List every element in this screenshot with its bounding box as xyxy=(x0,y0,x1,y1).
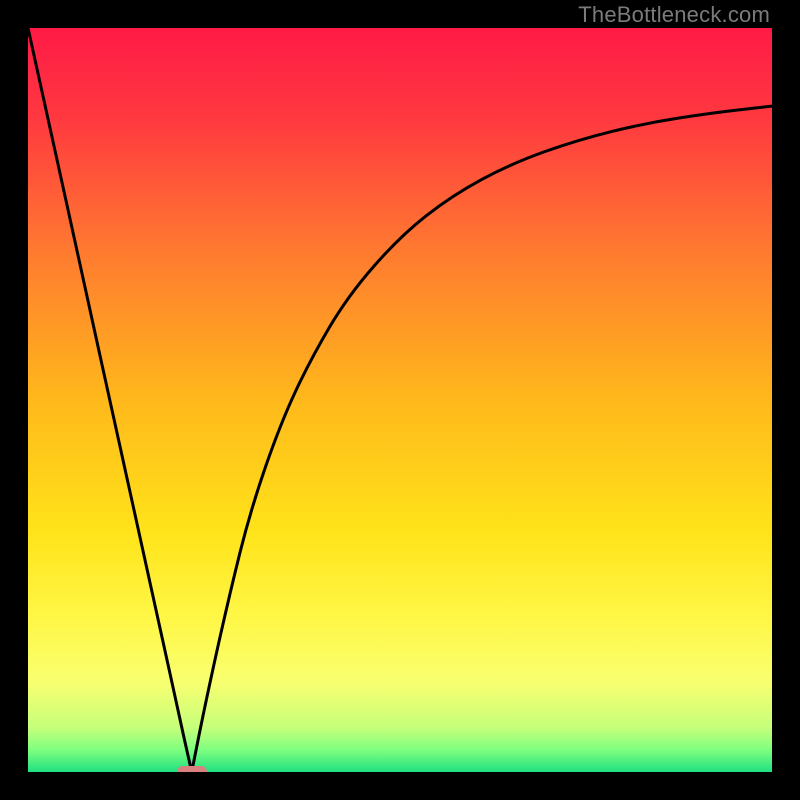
chart-container: TheBottleneck.com xyxy=(0,0,800,800)
marker-dot xyxy=(177,766,207,772)
gradient-background xyxy=(28,28,772,772)
plot-area xyxy=(28,28,772,772)
watermark-text: TheBottleneck.com xyxy=(578,2,770,28)
